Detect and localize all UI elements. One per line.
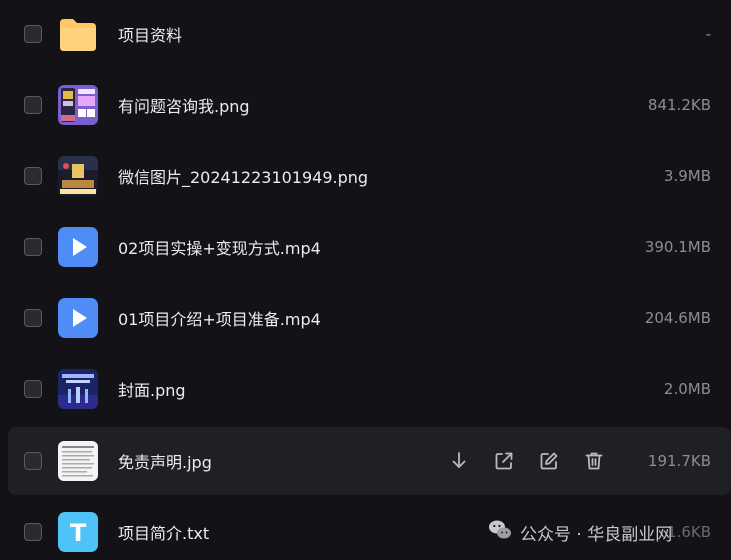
file-size: 2.0MB [663, 380, 711, 398]
file-row[interactable]: 微信图片_20241223101949.png 3.9MB [8, 142, 731, 210]
file-size: 390.1MB [644, 238, 711, 256]
row-checkbox[interactable] [24, 96, 42, 114]
watermark: 公众号 · 华良副业网 [488, 518, 672, 546]
video-play-icon [58, 227, 98, 267]
image-thumbnail-dark-cover [58, 156, 98, 196]
edit-icon[interactable] [538, 450, 560, 472]
row-checkbox[interactable] [24, 452, 42, 470]
row-checkbox[interactable] [24, 25, 42, 43]
file-size: 1.6KB [667, 523, 711, 541]
file-name[interactable]: 01项目介绍+项目准备.mp4 [118, 306, 321, 330]
file-list: 项目资料 - 有问题咨询我.png 841.2KB 微信图片_202412231… [0, 0, 731, 560]
image-thumbnail-document [58, 441, 98, 481]
wechat-icon [488, 519, 512, 546]
image-thumbnail-purple [58, 85, 98, 125]
svg-text:T: T [70, 519, 87, 547]
row-checkbox[interactable] [24, 238, 42, 256]
file-row[interactable]: 封面.png 2.0MB [8, 355, 731, 423]
text-file-icon: T [58, 512, 98, 552]
file-name[interactable]: 有问题咨询我.png [118, 93, 250, 117]
share-icon[interactable] [493, 450, 515, 472]
file-size: 191.7KB [647, 452, 711, 470]
row-checkbox[interactable] [24, 309, 42, 327]
row-checkbox[interactable] [24, 380, 42, 398]
file-name[interactable]: 免责声明.jpg [118, 449, 212, 473]
file-row[interactable]: 有问题咨询我.png 841.2KB [8, 71, 731, 139]
row-checkbox[interactable] [24, 167, 42, 185]
image-thumbnail-blue-cover [58, 369, 98, 409]
video-play-icon [58, 298, 98, 338]
file-name[interactable]: 封面.png [118, 377, 186, 401]
row-actions [448, 450, 605, 472]
file-size: - [705, 25, 711, 43]
file-row[interactable]: 02项目实操+变现方式.mp4 390.1MB [8, 213, 731, 281]
folder-icon [58, 14, 98, 54]
file-row-hovered[interactable]: 免责声明.jpg 191.7KB [8, 427, 731, 495]
file-row[interactable]: 01项目介绍+项目准备.mp4 204.6MB [8, 284, 731, 352]
file-name[interactable]: 项目资料 [118, 22, 182, 46]
file-name[interactable]: 微信图片_20241223101949.png [118, 164, 368, 188]
file-name[interactable]: 02项目实操+变现方式.mp4 [118, 235, 321, 259]
file-name[interactable]: 项目简介.txt [118, 520, 209, 544]
file-size: 841.2KB [647, 96, 711, 114]
delete-icon[interactable] [583, 450, 605, 472]
file-size: 3.9MB [663, 167, 711, 185]
download-icon[interactable] [448, 450, 470, 472]
file-row[interactable]: 项目资料 - [8, 0, 731, 68]
watermark-text: 公众号 · 华良副业网 [520, 524, 673, 545]
file-size: 204.6MB [644, 309, 711, 327]
row-checkbox[interactable] [24, 523, 42, 541]
